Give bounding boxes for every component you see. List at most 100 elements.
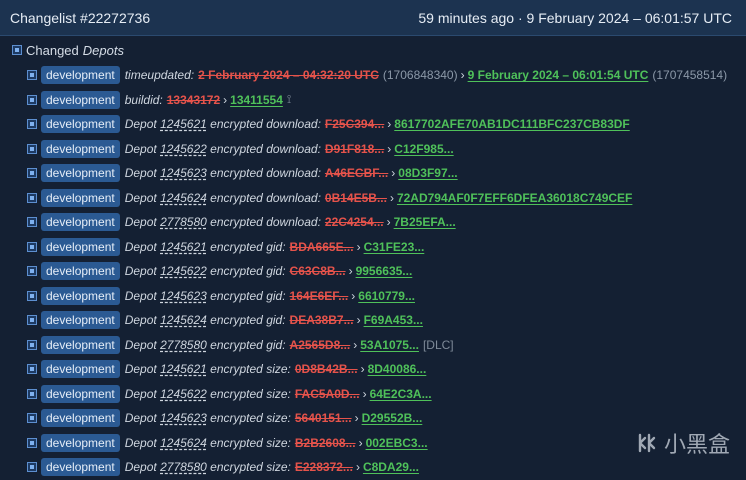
new-value-link[interactable]: 64E2C3A... [370,387,432,401]
new-value-link[interactable]: C31FE23... [364,240,425,254]
description-suffix: encrypted gid: [210,264,286,279]
expand-toggle-icon[interactable] [27,217,37,228]
depot-id-link[interactable]: 2778580 [160,460,207,474]
depot-id-link[interactable]: 1245624 [160,191,207,205]
expand-toggle-icon[interactable] [12,45,22,55]
depot-id-link[interactable]: 1245621 [160,240,207,254]
description-prefix: Depot [124,190,157,205]
arrow-icon: › [348,264,353,279]
new-value-link[interactable]: D29552B... [362,411,423,425]
old-value: 13343172 [166,92,221,107]
new-value-link[interactable]: 9956635... [356,264,413,278]
branch-badge[interactable]: development [41,66,120,85]
depot-id-link[interactable]: 1245622 [160,264,207,278]
change-row: development timeupdated: 2 February 2024 –… [0,63,746,88]
depot-id-link[interactable]: 1245624 [160,436,207,450]
branch-badge[interactable]: development [41,384,120,403]
new-value-link[interactable]: 7B25EFA... [394,215,456,229]
expand-toggle-icon[interactable] [27,462,37,473]
description-suffix: encrypted size: [210,362,291,377]
expand-toggle-icon[interactable] [27,315,37,326]
change-row: development Depot 1245621 encrypted downl… [0,112,746,137]
arrow-icon: › [460,68,465,83]
arrow-icon: › [354,411,359,426]
depot-id-link[interactable]: 1245623 [160,166,207,180]
expand-toggle-icon[interactable] [27,192,37,203]
expand-toggle-icon[interactable] [27,143,37,154]
branch-badge[interactable]: development [41,164,120,183]
branch-badge[interactable]: development [41,237,120,256]
new-value-link[interactable]: F69A453... [364,313,423,327]
new-value-link[interactable]: 08D3F97... [398,166,457,180]
expand-toggle-icon[interactable] [27,241,37,252]
depot-id-link[interactable]: 2778580 [160,338,207,352]
arrow-icon: › [356,239,361,254]
change-description: Depot 1245621 encrypted gid: [125,240,286,254]
section-label: Changed [26,42,79,58]
old-value: 164E6EF... [289,288,349,303]
expand-toggle-icon[interactable] [27,266,37,277]
branch-badge[interactable]: development [41,311,120,330]
changelist-title[interactable]: Changelist #22272736 [10,10,150,26]
expand-toggle-icon[interactable] [27,388,37,399]
new-value-link[interactable]: 6610779... [358,289,415,303]
branch-badge[interactable]: development [41,115,120,134]
depot-id-link[interactable]: 1245621 [160,117,207,131]
new-value-link[interactable]: 002EBC3... [366,436,428,450]
branch-badge[interactable]: development [41,433,120,452]
arrow-icon: › [355,460,360,475]
expand-toggle-icon[interactable] [27,339,37,350]
expand-toggle-icon[interactable] [27,70,37,81]
depot-id-link[interactable]: 1245623 [160,289,207,303]
new-value-link[interactable]: 8D40086... [368,362,427,376]
change-description: Depot 1245622 encrypted gid: [125,264,286,278]
expand-toggle-icon[interactable] [27,413,37,424]
depot-id-link[interactable]: 1245621 [160,362,207,376]
expand-toggle-icon[interactable] [27,94,37,105]
branch-badge[interactable]: development [41,409,120,428]
depot-id-link[interactable]: 1245622 [160,387,207,401]
change-description: Depot 1245623 encrypted download: [125,166,321,180]
branch-badge[interactable]: development [41,213,120,232]
new-value-link[interactable]: 13411554 [230,93,283,107]
branch-badge[interactable]: development [41,262,120,281]
branch-badge[interactable]: development [41,458,120,477]
change-description: Depot 1245623 encrypted gid: [125,289,286,303]
description-prefix: Depot [124,141,157,156]
depot-id-link[interactable]: 1245624 [160,313,207,327]
branch-badge[interactable]: development [41,286,120,305]
branch-badge[interactable]: development [41,188,120,207]
expand-toggle-icon[interactable] [27,168,37,179]
branch-badge[interactable]: development [41,90,120,109]
arrow-icon: › [387,117,392,132]
depot-id-link[interactable]: 2778580 [160,215,207,229]
changed-depots-section[interactable]: Changed Depots [0,38,746,62]
description-prefix: Depot [124,435,157,450]
expand-toggle-icon[interactable] [27,364,37,375]
expand-toggle-icon[interactable] [27,437,37,448]
expand-toggle-icon[interactable] [27,119,37,130]
description-prefix: Depot [124,117,157,132]
arrow-icon: › [358,435,363,450]
new-value-link[interactable]: C8DA29... [363,460,419,474]
old-value: A2565D8... [289,337,351,352]
new-value-link[interactable]: 8617702AFE70AB1DC111BFC237CB83DF [394,117,629,131]
expand-toggle-icon[interactable] [27,290,37,301]
branch-badge[interactable]: development [41,360,120,379]
old-value: 0D8B42B... [294,362,358,377]
change-row: development Depot 1245622 encrypted gid: C… [0,259,746,284]
watermark: 小黑盒 [636,427,730,459]
new-value-link[interactable]: C12F985... [394,142,453,156]
row-tag: [DLC] [422,337,454,352]
depot-id-link[interactable]: 1245622 [160,142,207,156]
change-description: Depot 1245623 encrypted size: [125,411,291,425]
branch-badge[interactable]: development [41,139,120,158]
new-value-link[interactable]: 53A1075... [360,338,419,352]
old-value: BDA665E... [289,239,354,254]
old-value: C63C8B... [289,264,346,279]
new-value-link[interactable]: 9 February 2024 – 06:01:54 UTC [468,68,649,82]
new-value-link[interactable]: 72AD794AF0F7EFF6DFEA36018C749CEF [397,191,632,205]
depot-id-link[interactable]: 1245623 [160,411,207,425]
branch-badge[interactable]: development [41,335,120,354]
description-suffix: encrypted gid: [210,313,286,328]
